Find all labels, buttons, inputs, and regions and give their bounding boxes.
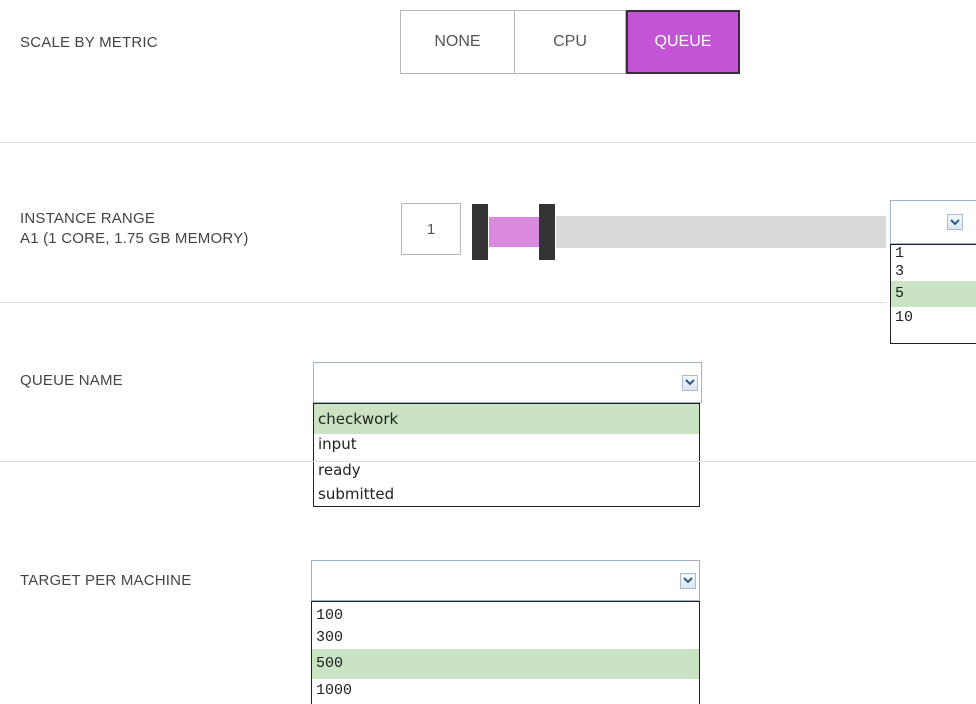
target-option-300[interactable]: 300 (312, 627, 699, 649)
scale-metric-toggle: NONE CPU QUEUE (400, 10, 740, 74)
instance-max-option-3[interactable]: 3 (891, 263, 976, 281)
instance-range-label: INSTANCE RANGE (20, 210, 156, 227)
target-option-500[interactable]: 500 (312, 649, 699, 679)
metric-cpu-button[interactable]: CPU (515, 10, 626, 74)
instance-range-track[interactable] (556, 216, 886, 248)
target-option-100[interactable]: 100 (312, 602, 699, 627)
divider (0, 142, 976, 143)
divider (0, 461, 976, 462)
queue-name-label: QUEUE NAME (20, 372, 123, 389)
queue-name-select[interactable] (313, 362, 702, 403)
instance-min-field[interactable]: 1 (401, 203, 461, 255)
range-min-handle[interactable] (472, 204, 488, 260)
instance-range-fill (489, 217, 539, 247)
instance-max-option-5[interactable]: 5 (891, 281, 976, 307)
divider (0, 302, 886, 303)
target-per-machine-label: TARGET PER MACHINE (20, 572, 192, 589)
instance-max-select[interactable] (890, 200, 976, 244)
instance-max-option-1[interactable]: 1 (891, 245, 976, 263)
queue-name-options: checkwork input ready submitted (313, 403, 700, 507)
range-max-handle[interactable] (539, 204, 555, 260)
target-per-machine-select[interactable] (311, 560, 700, 601)
chevron-down-icon[interactable] (947, 214, 963, 230)
queue-option-input[interactable]: input (314, 434, 699, 458)
chevron-down-icon[interactable] (680, 572, 696, 589)
instance-max-option-10[interactable]: 10 (891, 307, 976, 329)
metric-queue-button[interactable]: QUEUE (626, 10, 740, 74)
target-option-1000[interactable]: 1000 (312, 679, 699, 703)
queue-option-submitted[interactable]: submitted (314, 482, 699, 506)
metric-none-button[interactable]: NONE (400, 10, 515, 74)
instance-max-options: 1 3 5 10 (890, 244, 976, 344)
queue-option-checkwork[interactable]: checkwork (314, 404, 699, 434)
target-per-machine-options: 100 300 500 1000 (311, 601, 700, 704)
instance-size-label: A1 (1 CORE, 1.75 GB MEMORY) (20, 230, 249, 247)
chevron-down-icon[interactable] (682, 374, 698, 391)
scale-by-metric-label: SCALE BY METRIC (20, 34, 158, 51)
